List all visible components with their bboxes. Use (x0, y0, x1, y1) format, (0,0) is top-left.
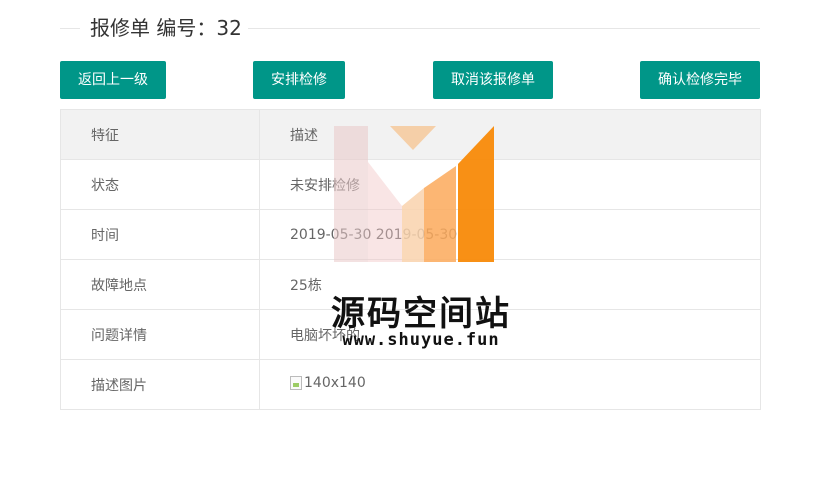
column-header-feature: 特征 (60, 109, 260, 160)
problem-detail-value: 电脑坏坏的 (259, 309, 761, 360)
feature-cell: 故障地点 (60, 259, 260, 310)
location-value: 25栋 (259, 259, 761, 310)
table-row: 描述图片 140x140 (60, 359, 761, 410)
feature-cell: 时间 (60, 209, 260, 260)
feature-cell: 描述图片 (60, 359, 260, 410)
confirm-finish-button[interactable]: 确认检修完毕 (640, 61, 760, 99)
image-alt-text: 140x140 (304, 375, 366, 391)
broken-image: 140x140 (290, 375, 366, 391)
table-row: 时间 2019-05-30 2019-05-30 (60, 209, 761, 260)
status-value: 未安排检修 (259, 159, 761, 210)
time-value: 2019-05-30 2019-05-30 (259, 209, 761, 260)
title-divider-left (60, 28, 80, 29)
repair-order-page: 报修单 编号：32 返回上一级 安排检修 取消该报修单 确认检修完毕 特征 描述… (0, 0, 828, 479)
order-detail-table: 特征 描述 状态 未安排检修 时间 2019-05-30 2019-05-30 … (60, 109, 761, 410)
back-button[interactable]: 返回上一级 (60, 61, 166, 99)
table-header-row: 特征 描述 (60, 109, 761, 160)
page-title-row: 报修单 编号：32 (60, 12, 760, 44)
title-divider-right (248, 28, 760, 29)
table-row: 状态 未安排检修 (60, 159, 761, 210)
table-row: 问题详情 电脑坏坏的 (60, 309, 761, 360)
arrange-repair-button[interactable]: 安排检修 (253, 61, 345, 99)
feature-cell: 状态 (60, 159, 260, 210)
cancel-order-button[interactable]: 取消该报修单 (433, 61, 553, 99)
feature-cell: 问题详情 (60, 309, 260, 360)
broken-image-icon (290, 376, 302, 390)
description-image-cell: 140x140 (259, 359, 761, 410)
column-header-description: 描述 (259, 109, 761, 160)
table-row: 故障地点 25栋 (60, 259, 761, 310)
page-title: 报修单 编号：32 (90, 16, 242, 40)
